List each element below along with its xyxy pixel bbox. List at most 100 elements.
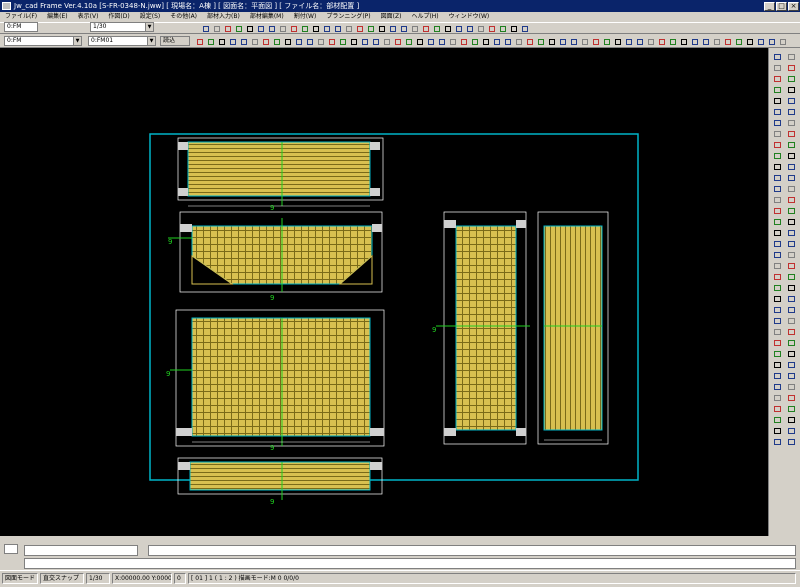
draw-tool-icon[interactable] (590, 36, 600, 46)
draw-tool-icon[interactable] (392, 36, 402, 46)
toolbar-tool-icon[interactable] (233, 23, 243, 33)
draw-tool-icon[interactable] (513, 36, 523, 46)
side-tool-icon[interactable] (786, 184, 798, 194)
toolbar-tool-icon[interactable] (442, 23, 452, 33)
side-tool-icon[interactable] (786, 52, 798, 62)
draw-tool-icon[interactable] (271, 36, 281, 46)
toolbar-tool-icon[interactable] (255, 23, 265, 33)
toolbar-tool-icon[interactable] (244, 23, 254, 33)
draw-tool-icon[interactable] (711, 36, 721, 46)
draw-tool-icon[interactable] (282, 36, 292, 46)
draw-tool-icon[interactable] (700, 36, 710, 46)
side-tool-icon[interactable] (772, 415, 784, 425)
draw-tool-icon[interactable] (293, 36, 303, 46)
toolbar-tool-icon[interactable] (508, 23, 518, 33)
side-tool-icon[interactable] (786, 217, 798, 227)
draw-tool-icon[interactable] (766, 36, 776, 46)
side-tool-icon[interactable] (772, 74, 784, 84)
side-tool-icon[interactable] (786, 195, 798, 205)
draw-tool-icon[interactable] (623, 36, 633, 46)
draw-tool-icon[interactable] (414, 36, 424, 46)
side-tool-icon[interactable] (786, 426, 798, 436)
draw-tool-icon[interactable] (194, 36, 204, 46)
toolbar-tool-icon[interactable] (475, 23, 485, 33)
toolbar-tool-icon[interactable] (332, 23, 342, 33)
menu-item[interactable]: プランニング(P) (321, 12, 375, 22)
draw-tool-icon[interactable] (381, 36, 391, 46)
toolbar-tool-icon[interactable] (288, 23, 298, 33)
menu-item[interactable]: ファイル(F) (0, 12, 42, 22)
scale-combo[interactable]: 1/30 ▼ (90, 22, 154, 32)
toolbar-tool-icon[interactable] (464, 23, 474, 33)
side-tool-icon[interactable] (772, 162, 784, 172)
side-tool-icon[interactable] (786, 96, 798, 106)
menu-item[interactable]: 図面(Z) (376, 12, 407, 22)
side-tool-icon[interactable] (772, 228, 784, 238)
menu-item[interactable]: ウィンドウ(W) (444, 12, 495, 22)
side-tool-icon[interactable] (786, 349, 798, 359)
draw-tool-icon[interactable] (469, 36, 479, 46)
side-tool-icon[interactable] (772, 437, 784, 447)
draw-tool-icon[interactable] (326, 36, 336, 46)
menu-item[interactable]: 割付(W) (289, 12, 322, 22)
draw-tool-icon[interactable] (425, 36, 435, 46)
side-tool-icon[interactable] (786, 294, 798, 304)
side-tool-icon[interactable] (786, 173, 798, 183)
draw-tool-icon[interactable] (601, 36, 611, 46)
draw-tool-icon[interactable] (216, 36, 226, 46)
side-tool-icon[interactable] (786, 316, 798, 326)
draw-tool-icon[interactable] (612, 36, 622, 46)
menu-item[interactable]: 編集(E) (42, 12, 72, 22)
toolbar-tool-icon[interactable] (486, 23, 496, 33)
side-tool-icon[interactable] (786, 129, 798, 139)
status-snap[interactable]: 直交スナップ (40, 573, 84, 584)
menu-item[interactable]: その他(A) (165, 12, 202, 22)
side-tool-icon[interactable] (772, 85, 784, 95)
draw-tool-icon[interactable] (315, 36, 325, 46)
side-tool-icon[interactable] (786, 151, 798, 161)
draw-tool-icon[interactable] (337, 36, 347, 46)
side-tool-icon[interactable] (786, 360, 798, 370)
draw-tool-icon[interactable] (535, 36, 545, 46)
menu-item[interactable]: 表示(V) (73, 12, 104, 22)
draw-tool-icon[interactable] (359, 36, 369, 46)
status-scale[interactable]: 1/30 (86, 573, 110, 584)
side-tool-icon[interactable] (772, 96, 784, 106)
side-tool-icon[interactable] (772, 338, 784, 348)
side-tool-icon[interactable] (772, 250, 784, 260)
side-tool-icon[interactable] (772, 118, 784, 128)
side-tool-icon[interactable] (786, 404, 798, 414)
draw-tool-icon[interactable] (447, 36, 457, 46)
side-tool-icon[interactable] (772, 327, 784, 337)
side-tool-icon[interactable] (772, 195, 784, 205)
toolbar-tool-icon[interactable] (497, 23, 507, 33)
draw-tool-icon[interactable] (634, 36, 644, 46)
menu-item[interactable]: 設定(S) (135, 12, 166, 22)
side-tool-icon[interactable] (786, 162, 798, 172)
side-tool-icon[interactable] (786, 107, 798, 117)
side-tool-icon[interactable] (772, 393, 784, 403)
side-tool-icon[interactable] (772, 129, 784, 139)
draw-tool-icon[interactable] (480, 36, 490, 46)
toolbar-tool-icon[interactable] (431, 23, 441, 33)
draw-tool-icon[interactable] (205, 36, 215, 46)
side-tool-icon[interactable] (786, 206, 798, 216)
draw-tool-icon[interactable] (656, 36, 666, 46)
side-tool-icon[interactable] (772, 184, 784, 194)
side-tool-icon[interactable] (772, 404, 784, 414)
side-tool-icon[interactable] (772, 316, 784, 326)
side-tool-icon[interactable] (772, 239, 784, 249)
side-tool-icon[interactable] (786, 327, 798, 337)
draw-tool-icon[interactable] (370, 36, 380, 46)
draw-tool-icon[interactable] (557, 36, 567, 46)
draw-tool-icon[interactable] (546, 36, 556, 46)
toolbar-tool-icon[interactable] (211, 23, 221, 33)
draw-tool-icon[interactable] (744, 36, 754, 46)
side-tool-icon[interactable] (786, 382, 798, 392)
draw-tool-icon[interactable] (733, 36, 743, 46)
toolbar-tool-icon[interactable] (277, 23, 287, 33)
toolbar-tool-icon[interactable] (321, 23, 331, 33)
side-tool-icon[interactable] (786, 305, 798, 315)
side-tool-icon[interactable] (786, 283, 798, 293)
side-tool-icon[interactable] (786, 272, 798, 282)
